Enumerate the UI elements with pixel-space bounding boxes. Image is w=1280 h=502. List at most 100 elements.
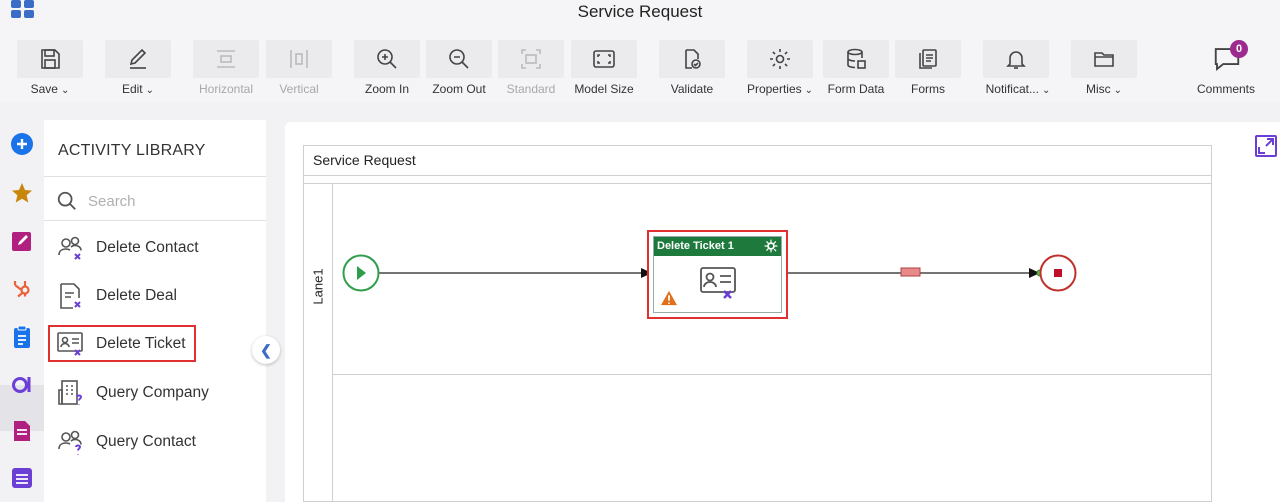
expand-icon[interactable] <box>1254 134 1278 158</box>
library-item-delete-contact[interactable]: Delete Contact <box>50 230 262 266</box>
edit-form-icon[interactable] <box>10 229 34 253</box>
bell-icon <box>1006 51 1026 69</box>
end-event[interactable] <box>1039 254 1077 292</box>
add-icon[interactable] <box>10 132 34 156</box>
model-size-button[interactable] <box>571 40 637 78</box>
task-header: Delete Ticket 1 <box>654 237 781 256</box>
lane-divider <box>332 374 1211 375</box>
misc-label: Misc <box>1085 82 1111 96</box>
save-icon <box>41 49 60 69</box>
chevron-left-icon: ❮ <box>260 341 272 358</box>
gear-icon <box>770 49 790 69</box>
forms-icon <box>919 49 937 69</box>
analytics-logo-icon[interactable] <box>10 372 34 396</box>
vertical-layout-icon <box>290 50 308 68</box>
zoom-out-label: Zoom Out <box>432 82 486 96</box>
gear-icon[interactable] <box>764 239 778 253</box>
properties-button[interactable] <box>747 40 813 78</box>
title-bar: Service Request <box>0 0 1280 26</box>
connector-label-marker[interactable] <box>900 267 921 277</box>
zoom-out-button[interactable] <box>426 40 492 78</box>
save-label: Save <box>30 82 58 96</box>
query-contact-icon <box>56 427 86 457</box>
lane-divider <box>332 183 333 502</box>
stop-icon <box>1054 269 1062 277</box>
misc-menu[interactable]: Misc ⌄ <box>1071 82 1137 96</box>
document-icon[interactable] <box>10 419 34 443</box>
favorites-star-icon[interactable] <box>10 181 34 205</box>
hubspot-icon[interactable] <box>10 276 34 300</box>
library-item-label: Delete Contact <box>96 239 199 256</box>
notifications-menu[interactable]: Notificat... ⌄ <box>978 82 1058 96</box>
task-title: Delete Ticket 1 <box>657 240 734 252</box>
zoom-in-icon <box>377 49 397 69</box>
start-event[interactable] <box>342 254 380 292</box>
lane-label: Lane1 <box>306 256 330 316</box>
library-item-label: Delete Deal <box>96 287 177 304</box>
query-company-icon <box>56 378 86 408</box>
properties-label: Properties <box>746 82 802 96</box>
chevron-down-icon: ⌄ <box>804 85 814 96</box>
horizontal-layout-icon <box>217 50 235 68</box>
fit-screen-icon <box>593 50 615 68</box>
library-item-label: Query Company <box>96 384 209 401</box>
chevron-down-icon: ⌄ <box>60 85 70 96</box>
list-icon[interactable] <box>10 465 34 489</box>
validate-button[interactable] <box>659 40 725 78</box>
validate-icon <box>685 49 701 69</box>
edit-menu[interactable]: Edit ⌄ <box>105 82 171 96</box>
vertical-button[interactable] <box>266 40 332 78</box>
page-title: Service Request <box>577 2 703 21</box>
horizontal-button[interactable] <box>193 40 259 78</box>
validate-label: Validate <box>670 82 714 96</box>
model-size-label: Model Size <box>574 82 634 96</box>
vertical-label: Vertical <box>279 82 319 96</box>
warning-icon[interactable] <box>660 290 678 306</box>
divider <box>44 176 266 177</box>
properties-menu[interactable]: Properties ⌄ <box>742 82 818 96</box>
divider <box>44 220 266 221</box>
comments-label: Comments <box>1196 82 1255 96</box>
library-item-query-company[interactable]: Query Company <box>50 375 262 411</box>
forms-label: Forms <box>911 82 945 96</box>
collapse-panel-button[interactable]: ❮ <box>252 336 280 364</box>
activity-library-panel: ACTIVITY LIBRARY Delete Contact Delete D… <box>44 120 266 502</box>
clipboard-icon[interactable] <box>10 325 34 349</box>
pool[interactable]: Service Request Lane1 <box>303 145 1212 502</box>
chevron-down-icon: ⌄ <box>145 85 155 96</box>
save-button[interactable] <box>17 40 83 78</box>
forms-button[interactable] <box>895 40 961 78</box>
task-body[interactable]: Delete Ticket 1 <box>653 236 782 313</box>
misc-button[interactable] <box>1071 40 1137 78</box>
search-input[interactable] <box>88 190 258 212</box>
form-data-label: Form Data <box>827 82 885 96</box>
form-data-button[interactable] <box>823 40 889 78</box>
chevron-down-icon: ⌄ <box>1041 85 1051 96</box>
save-menu[interactable]: Save ⌄ <box>17 82 83 96</box>
standard-size-icon <box>521 49 541 69</box>
standard-button[interactable] <box>498 40 564 78</box>
delete-contact-icon <box>56 233 86 263</box>
library-title: ACTIVITY LIBRARY <box>58 142 206 159</box>
library-item-delete-deal[interactable]: Delete Deal <box>50 278 262 314</box>
lane-label-text: Lane1 <box>310 267 326 305</box>
zoom-in-button[interactable] <box>354 40 420 78</box>
pool-header: Service Request <box>304 146 1211 176</box>
edit-label: Edit <box>121 82 143 96</box>
notifications-button[interactable] <box>983 40 1049 78</box>
horizontal-label: Horizontal <box>198 82 254 96</box>
edit-button[interactable] <box>105 40 171 78</box>
library-item-query-contact[interactable]: Query Contact <box>50 424 262 460</box>
library-item-label: Delete Ticket <box>96 334 186 352</box>
zoom-in-label: Zoom In <box>364 82 409 96</box>
library-item-delete-ticket[interactable]: Delete Ticket <box>48 325 196 362</box>
left-icon-strip <box>0 120 44 502</box>
notifications-label: Notificat... <box>985 82 1039 96</box>
search-icon <box>57 191 76 210</box>
chevron-down-icon: ⌄ <box>1113 85 1123 96</box>
database-icon <box>847 48 866 69</box>
pool-title: Service Request <box>313 152 416 168</box>
delete-ticket-icon <box>56 329 86 359</box>
task-delete-ticket[interactable]: Delete Ticket 1 <box>647 230 788 319</box>
library-item-label: Query Contact <box>96 433 196 450</box>
